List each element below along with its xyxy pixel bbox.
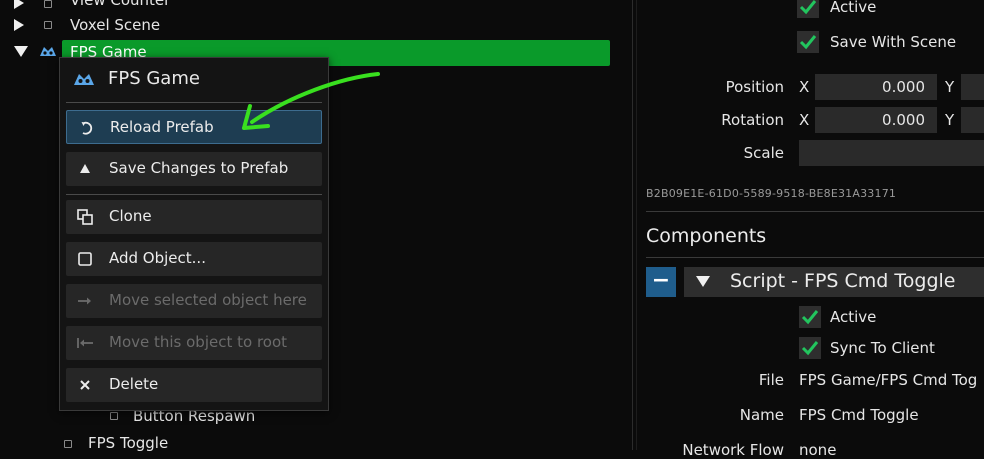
context-menu-title: FPS Game bbox=[108, 68, 200, 89]
name-value[interactable]: FPS Cmd Toggle bbox=[799, 406, 919, 424]
move-selected-object-here-item[interactable]: Move selected object here bbox=[66, 284, 322, 318]
move-this-object-to-root-item[interactable]: Move this object to root bbox=[66, 326, 322, 360]
clone-item[interactable]: Clone bbox=[66, 200, 322, 234]
panel-divider[interactable] bbox=[632, 0, 633, 450]
checkmark-icon bbox=[801, 341, 819, 356]
component-active-label: Active bbox=[830, 308, 877, 326]
components-heading: Components bbox=[646, 225, 767, 247]
sync-to-client-label: Sync To Client bbox=[830, 339, 935, 357]
component-title: Script - FPS Cmd Toggle bbox=[730, 270, 956, 292]
delete-item[interactable]: Delete bbox=[66, 368, 322, 402]
node-icon bbox=[44, 0, 52, 8]
divider bbox=[66, 194, 322, 195]
scale-field[interactable] bbox=[799, 140, 984, 166]
position-y-axis-label: Y bbox=[945, 78, 955, 96]
remove-component-button[interactable]: − bbox=[646, 267, 676, 297]
name-label: Name bbox=[739, 406, 784, 424]
prefab-icon bbox=[38, 44, 58, 64]
position-label: Position bbox=[725, 78, 784, 96]
tree-item-voxel-scene[interactable]: Voxel Scene bbox=[70, 13, 160, 37]
network-flow-label: Network Flow bbox=[682, 441, 784, 459]
rotation-y-field[interactable] bbox=[961, 107, 984, 133]
component-active-checkbox[interactable] bbox=[799, 306, 821, 328]
save-changes-to-prefab-item[interactable]: Save Changes to Prefab bbox=[66, 152, 322, 186]
file-value[interactable]: FPS Game/FPS Cmd Tog bbox=[799, 371, 977, 389]
checkmark-icon bbox=[799, 0, 817, 15]
node-icon bbox=[64, 440, 72, 448]
inspector-panel: Active Save With Scene Position X 0.000 … bbox=[637, 0, 984, 459]
position-x-field[interactable]: 0.000 bbox=[815, 74, 937, 100]
rotation-x-axis-label: X bbox=[799, 111, 810, 129]
collapse-arrow-icon[interactable] bbox=[14, 46, 28, 57]
save-with-scene-checkbox[interactable] bbox=[797, 31, 819, 53]
rotation-label: Rotation bbox=[721, 111, 784, 129]
network-flow-value[interactable]: none bbox=[799, 441, 836, 459]
close-icon bbox=[76, 376, 94, 394]
tree-item-view-counter[interactable]: View Counter bbox=[70, 0, 170, 12]
prefab-icon bbox=[72, 71, 96, 93]
sync-to-client-checkbox[interactable] bbox=[799, 337, 821, 359]
clone-icon bbox=[76, 208, 94, 226]
checkmark-icon bbox=[801, 310, 819, 325]
active-label: Active bbox=[830, 0, 877, 16]
arrow-right-icon bbox=[76, 292, 94, 310]
node-icon bbox=[110, 412, 118, 420]
component-header[interactable]: Script - FPS Cmd Toggle bbox=[684, 267, 984, 297]
checkmark-icon bbox=[799, 35, 817, 50]
position-y-field[interactable] bbox=[961, 74, 984, 100]
rotation-y-axis-label: Y bbox=[945, 111, 955, 129]
arrow-to-left-icon bbox=[76, 334, 94, 352]
reload-icon bbox=[77, 119, 95, 137]
scale-label: Scale bbox=[743, 144, 784, 162]
position-x-axis-label: X bbox=[799, 78, 810, 96]
node-icon bbox=[44, 21, 52, 29]
add-object-item[interactable]: Add Object... bbox=[66, 242, 322, 276]
tree-item-fps-toggle[interactable]: FPS Toggle bbox=[88, 431, 168, 455]
object-guid: B2B09E1E-61D0-5589-9518-BE8E31A33171 bbox=[646, 187, 897, 200]
up-triangle-icon bbox=[76, 160, 94, 178]
active-checkbox[interactable] bbox=[797, 0, 819, 18]
square-icon bbox=[76, 250, 94, 268]
divider bbox=[646, 211, 984, 212]
divider bbox=[646, 257, 984, 258]
expand-arrow-icon[interactable] bbox=[14, 0, 24, 9]
expand-arrow-icon[interactable] bbox=[14, 19, 24, 31]
collapse-arrow-icon bbox=[696, 276, 710, 287]
file-label: File bbox=[758, 371, 784, 389]
annotation-arrow-icon bbox=[242, 72, 380, 130]
save-with-scene-label: Save With Scene bbox=[830, 33, 957, 51]
rotation-x-field[interactable]: 0.000 bbox=[815, 107, 937, 133]
